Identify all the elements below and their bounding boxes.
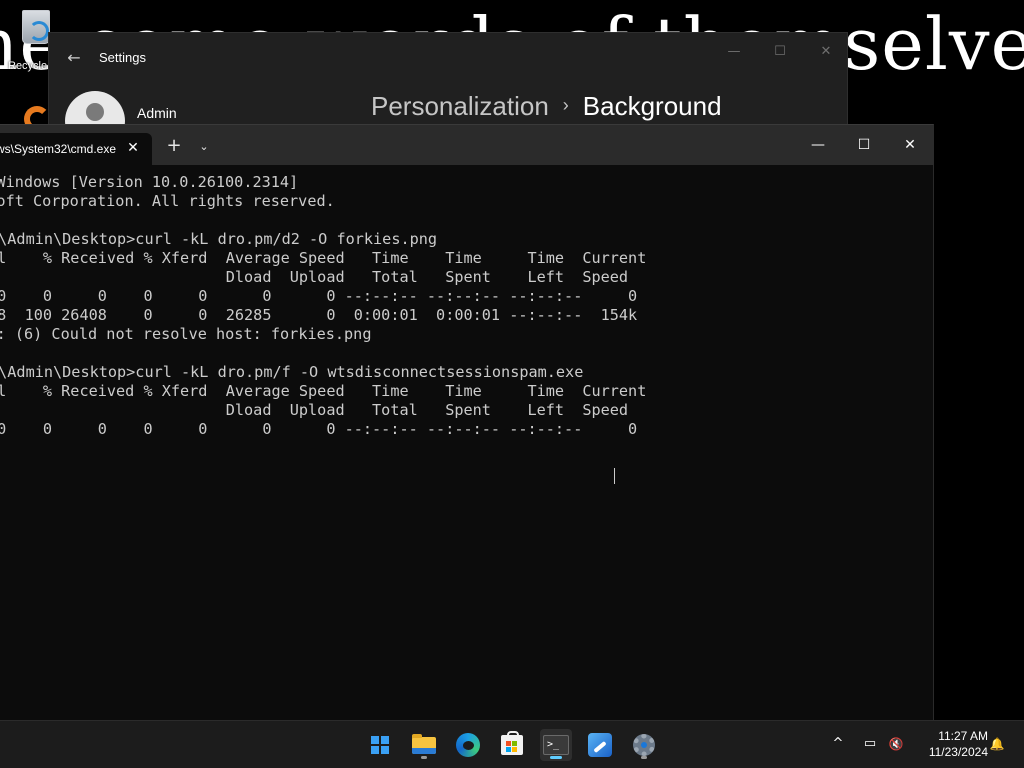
terminal-minimize-button[interactable]: — (798, 131, 838, 159)
console-line: Dload Upload Total Spent Left Speed (225, 268, 629, 286)
console-line: Dload Upload Total Spent Left Speed (225, 401, 629, 419)
chevron-up-icon[interactable]: ^ (827, 733, 849, 755)
console-line: % Total % Received % Xferd Average Speed… (0, 382, 647, 400)
console-line: 100 26408 100 26408 0 0 26285 0 0:00:01 … (0, 306, 638, 324)
back-arrow-icon[interactable]: ← (63, 47, 85, 69)
console-line: C:\Users\Admin\Desktop>curl -kL dro.pm/d… (0, 230, 438, 248)
paint-brush-icon (588, 733, 612, 757)
clock-time: 11:27 AM (938, 729, 988, 743)
text-cursor (614, 468, 615, 484)
settings-title: Settings (99, 50, 146, 65)
breadcrumb-background: Background (582, 91, 722, 121)
console-line: C:\Users\Admin\Desktop>curl -kL dro.pm/f… (0, 363, 584, 381)
terminal-close-button[interactable]: ✕ (890, 131, 930, 159)
breadcrumb-personalization[interactable]: Personalization (371, 91, 549, 121)
breadcrumb: Personalization › Background (371, 91, 722, 122)
chevron-right-icon: › (562, 95, 569, 115)
settings-maximize-button[interactable]: ☐ (769, 41, 791, 63)
console-line: Microsoft Windows [Version 10.0.26100.23… (0, 173, 299, 191)
folder-icon (412, 734, 436, 754)
edge-browser-icon (456, 733, 480, 757)
taskbar: >_ ^ ▭ 🔇 11:27 AM 11/23/2024 🔔 (0, 720, 1024, 768)
windows-logo-icon (371, 736, 389, 754)
user-name: Admin (137, 105, 177, 121)
tab-cmd[interactable]: C:\Windows\System32\cmd.exe ✕ (0, 133, 152, 165)
console-line: 0 0 0 0 0 0 0 0 --:--:-- --:--:-- --:--:… (0, 420, 638, 438)
clock-date: 11/23/2024 (928, 745, 988, 759)
edge-button[interactable] (452, 729, 484, 761)
taskbar-clock[interactable]: 11:27 AM 11/23/2024 (912, 728, 988, 760)
start-button[interactable] (364, 729, 396, 761)
terminal-maximize-button[interactable]: ☐ (844, 131, 884, 159)
volume-muted-icon[interactable]: 🔇 (885, 733, 907, 755)
gear-icon (633, 734, 655, 756)
paint-button[interactable] (584, 729, 616, 761)
settings-close-button[interactable]: ✕ (815, 41, 837, 63)
recycle-bin-icon (22, 10, 50, 44)
file-explorer-button[interactable] (408, 729, 440, 761)
settings-taskbar-button[interactable] (628, 729, 660, 761)
store-button[interactable] (496, 729, 528, 761)
console-line: 0 0 0 0 0 0 0 0 --:--:-- --:--:-- --:--:… (0, 287, 638, 305)
console-line: curl: (6) Could not resolve host: forkie… (0, 325, 372, 343)
store-bag-icon (501, 731, 523, 755)
terminal-taskbar-button[interactable]: >_ (540, 729, 572, 761)
console-line: % Total % Received % Xferd Average Speed… (0, 249, 647, 267)
terminal-window: C:\Windows\System32\cmd.exe ✕ + ⌄ — ☐ ✕ … (0, 124, 934, 720)
settings-minimize-button[interactable]: — (723, 41, 745, 63)
tab-close-icon[interactable]: ✕ (124, 139, 142, 157)
terminal-icon: >_ (543, 735, 569, 755)
network-icon[interactable]: ▭ (859, 733, 881, 755)
console-line: (c) Microsoft Corporation. All rights re… (0, 192, 335, 210)
recycle-bin-label: Recycle (8, 60, 48, 72)
terminal-tab-bar: C:\Windows\System32\cmd.exe ✕ + ⌄ — ☐ ✕ (0, 125, 934, 165)
tab-title: C:\Windows\System32\cmd.exe (0, 142, 116, 156)
notification-bell-icon[interactable]: 🔔 (986, 733, 1008, 755)
console-output[interactable]: Microsoft Windows [Version 10.0.26100.23… (0, 173, 934, 721)
chevron-down-icon[interactable]: ⌄ (194, 137, 214, 157)
new-tab-button[interactable]: + (164, 136, 184, 156)
